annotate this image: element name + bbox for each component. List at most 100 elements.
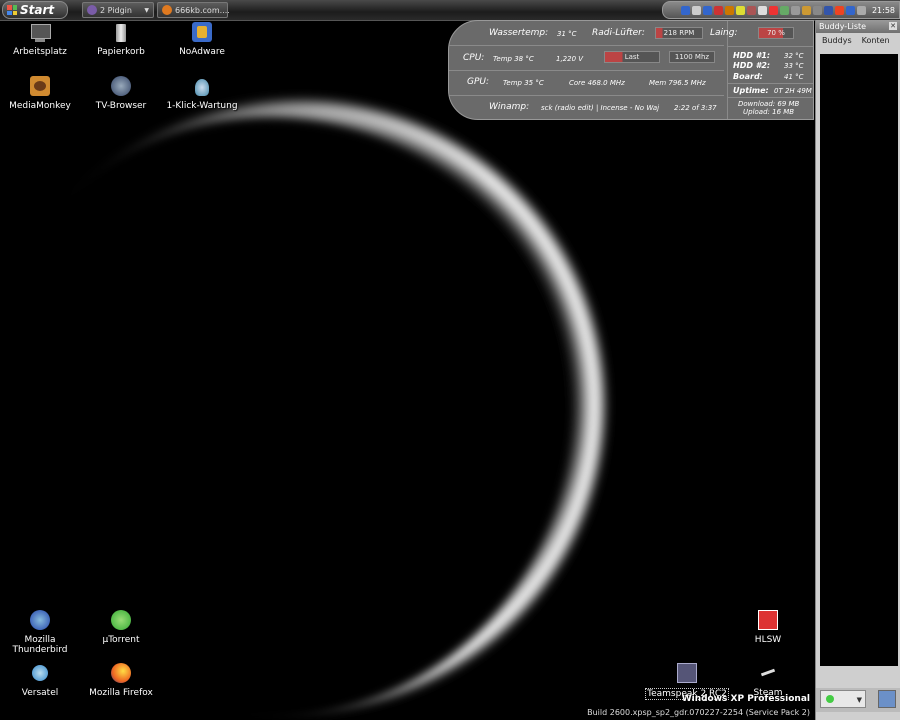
panel-right-column: Laing: 70 % HDD #1: 32 °C HDD #2: 33 °C …: [710, 21, 813, 119]
gpu-temp: Temp 35 °C: [503, 79, 544, 87]
desktop-icon-label: 1-Klick-Wartung: [166, 101, 238, 111]
menu-konten[interactable]: Konten: [862, 36, 890, 45]
buddy-list-area[interactable]: [820, 54, 898, 666]
tray-icon[interactable]: [758, 5, 767, 15]
buddy-list-titlebar[interactable]: Buddy-Liste ✕: [816, 20, 900, 33]
close-icon[interactable]: ✕: [889, 22, 897, 30]
tray-icon[interactable]: [846, 5, 855, 15]
winamp-time: 2:22 of 3:37: [674, 104, 717, 112]
chevron-down-icon: ▼: [144, 6, 149, 14]
tray-icon[interactable]: [703, 5, 712, 15]
tray-icon[interactable]: [857, 5, 866, 15]
water-row: Wassertemp: 31 °C Radi-Lüfter: 218 RPM: [449, 21, 724, 46]
status-selector[interactable]: ▼: [820, 690, 866, 708]
utorrent-icon: [110, 610, 132, 632]
uptime-value: 0T 2H 49M: [774, 87, 812, 95]
board-value: 41 °C: [784, 73, 804, 81]
avatar[interactable]: [878, 690, 896, 708]
buddy-list-window: Buddy-Liste ✕ Buddys Konten ▼: [815, 20, 900, 720]
tray-icon[interactable]: [824, 5, 833, 15]
desktop-icon-label: MediaMonkey: [9, 101, 71, 111]
firefox-icon: [110, 663, 132, 685]
desktop-icon-label: Mozilla Thunderbird: [12, 635, 68, 655]
desktop-icon-arbeitsplatz[interactable]: Arbeitsplatz: [0, 22, 82, 57]
tray-icon[interactable]: [725, 5, 734, 15]
buddy-list-menu: Buddys Konten: [816, 33, 900, 47]
desktop-icon-label: TV-Browser: [95, 101, 147, 111]
desktop-icon-thunderbird[interactable]: Mozilla Thunderbird: [0, 610, 82, 655]
steam-icon: [757, 663, 779, 685]
available-status-icon: [826, 695, 834, 703]
cpu-label: CPU:: [463, 53, 485, 63]
computer-icon: [29, 22, 51, 44]
firefox-icon: [162, 5, 172, 15]
taskbar-item-pidgin[interactable]: 2 Pidgin ▼: [82, 2, 154, 18]
noadware-icon: [191, 22, 213, 44]
download-value: Download: 69 MB: [738, 100, 800, 108]
taskbar-item-firefox[interactable]: 666kb.com....: [157, 2, 230, 18]
taskbar: Start 2 Pidgin ▼ 666kb.com.... 21:58: [0, 0, 900, 21]
mediamonkey-icon: [29, 76, 51, 98]
menu-buddys[interactable]: Buddys: [822, 36, 852, 45]
radi-label: Radi-Lüfter:: [592, 28, 645, 38]
clock[interactable]: 21:58: [872, 6, 895, 15]
versatel-icon: [29, 663, 51, 685]
desktop-icon-versatel[interactable]: Versatel: [0, 663, 82, 698]
desktop-icon-mediamonkey[interactable]: MediaMonkey: [0, 76, 82, 111]
cpu-volt: 1,220 V: [556, 55, 584, 63]
laing-meter: 70 %: [758, 27, 794, 39]
winamp-label: Winamp:: [489, 102, 530, 112]
desktop-icon-label: µTorrent: [102, 635, 140, 645]
windows-build-watermark: Build 2600.xpsp_sp2_gdr.070227-2254 (Ser…: [587, 708, 810, 717]
start-button[interactable]: Start: [2, 1, 68, 19]
hdd2-value: 33 °C: [784, 62, 804, 70]
teamspeak-icon: [676, 663, 698, 685]
windows-logo-icon: [7, 5, 17, 15]
system-tray: 21:58: [662, 1, 900, 19]
gpu-mem: Mem 796.5 MHz: [649, 79, 706, 87]
board-label: Board:: [733, 72, 763, 81]
taskbar-item-label: 666kb.com....: [175, 5, 230, 15]
tray-icon[interactable]: [802, 5, 811, 15]
desktop-icon-steam[interactable]: Steam: [726, 663, 810, 698]
tv-browser-icon: [110, 76, 132, 98]
hdd1-value: 32 °C: [784, 52, 804, 60]
desktop-icon-papierkorb[interactable]: Papierkorb: [79, 22, 163, 57]
tray-icon[interactable]: [835, 5, 844, 15]
upload-value: Upload: 16 MB: [743, 108, 795, 116]
gpu-row: GPU: Temp 35 °C Core 468.0 MHz Mem 796.5…: [449, 71, 724, 96]
chevron-down-icon: ▼: [856, 696, 862, 704]
winamp-row: Winamp: sck (radio edit) | Incense - No …: [449, 96, 724, 119]
desktop-icon-tv-browser[interactable]: TV-Browser: [79, 76, 163, 111]
cpu-load-meter: Last: [604, 51, 660, 63]
windows-version-watermark: Windows XP Professional: [681, 694, 810, 704]
cpu-clock-meter: 1100 Mhz: [669, 51, 715, 63]
desktop-icon-utorrent[interactable]: µTorrent: [79, 610, 163, 645]
desktop-icon-1-klick-wartung[interactable]: 1-Klick-Wartung: [160, 76, 244, 111]
recycle-bin-icon: [110, 22, 132, 44]
pidgin-icon: [87, 5, 97, 15]
tray-icon[interactable]: [791, 5, 800, 15]
taskbar-item-label: 2 Pidgin: [100, 5, 132, 15]
tray-icon[interactable]: [692, 5, 701, 15]
maintenance-icon: [191, 76, 213, 98]
desktop-icon-label: Arbeitsplatz: [13, 47, 67, 57]
desktop-icon-label: Versatel: [21, 688, 59, 698]
tray-icon[interactable]: [736, 5, 745, 15]
tray-icon[interactable]: [681, 5, 690, 15]
desktop-icon-hlsw[interactable]: HLSW: [726, 610, 810, 645]
uptime-label: Uptime:: [733, 86, 769, 95]
buddy-list-title: Buddy-Liste: [819, 22, 867, 31]
desktop-icon-noadware[interactable]: NoAdware: [160, 22, 244, 57]
desktop-icon-firefox[interactable]: Mozilla Firefox: [79, 663, 163, 698]
gpu-core: Core 468.0 MHz: [569, 79, 625, 87]
wassertemp-value: 31 °C: [557, 30, 577, 38]
tray-icon[interactable]: [769, 5, 778, 15]
tray-icon[interactable]: [714, 5, 723, 15]
tray-icon[interactable]: [747, 5, 756, 15]
tray-icon[interactable]: [813, 5, 822, 15]
radi-meter: 218 RPM: [655, 27, 703, 39]
tray-icon[interactable]: [780, 5, 789, 15]
cpu-temp: Temp 38 °C: [493, 55, 534, 63]
system-monitor-panel: Wassertemp: 31 °C Radi-Lüfter: 218 RPM C…: [448, 20, 814, 120]
